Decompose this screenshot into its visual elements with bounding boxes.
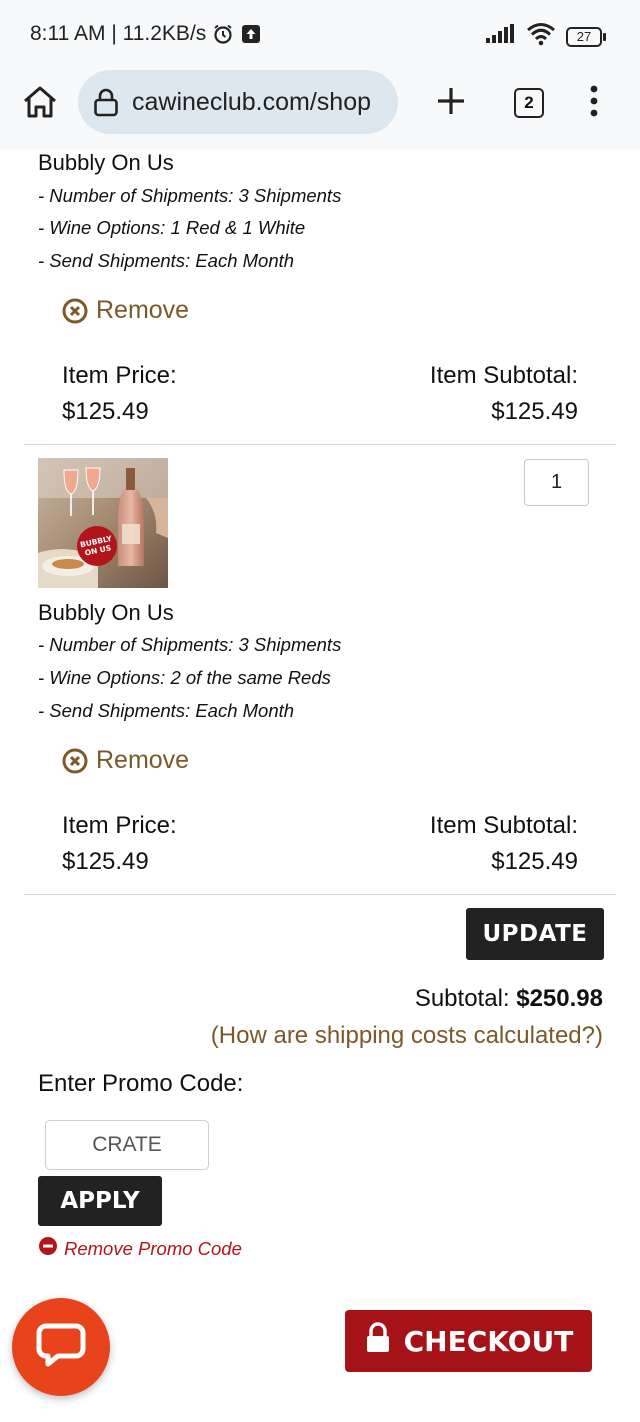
shipping-cost-link[interactable]: (How are shipping costs calculated?) — [211, 1022, 603, 1050]
remove-circle-icon — [62, 748, 88, 774]
item-option: - Wine Options: 2 of the same Reds — [38, 667, 331, 688]
battery-level: 27 — [566, 26, 602, 47]
browser-toolbar: cawineclub.com/shop 2 — [0, 70, 640, 150]
alarm-icon — [212, 23, 234, 45]
home-icon[interactable] — [20, 84, 60, 120]
apply-promo-button[interactable]: APPLY — [38, 1176, 162, 1226]
quantity-input[interactable]: 1 — [524, 459, 589, 506]
checkout-label: CHECKOUT — [403, 1324, 574, 1358]
tab-switcher-button[interactable]: 2 — [514, 88, 544, 118]
plus-icon[interactable] — [434, 84, 468, 118]
url-text: cawineclub.com/shop — [132, 87, 372, 116]
status-left: 8:11 AM | 11.2KB/s — [30, 22, 262, 46]
item-option: - Send Shipments: Each Month — [38, 700, 295, 721]
chat-bubble-icon — [36, 1322, 86, 1373]
more-vert-icon[interactable] — [586, 84, 602, 118]
divider — [24, 894, 616, 895]
wifi-icon — [526, 22, 556, 51]
item-option: - Wine Options: 1 Red & 1 White — [38, 217, 306, 238]
remove-item-button[interactable]: Remove — [62, 296, 189, 325]
divider — [24, 444, 616, 445]
battery-icon: 27 — [566, 26, 606, 47]
remove-promo-link[interactable]: Remove Promo Code — [38, 1236, 242, 1261]
item-option: - Send Shipments: Each Month — [38, 250, 295, 271]
status-bar: 8:11 AM | 11.2KB/s 27 — [0, 0, 640, 70]
promo-code-input[interactable]: CRATE — [45, 1120, 209, 1170]
item-title: Bubbly On Us — [38, 150, 174, 175]
item-option: - Number of Shipments: 3 Shipments — [38, 185, 342, 206]
remove-circle-icon — [62, 298, 88, 324]
address-bar[interactable]: cawineclub.com/shop — [78, 70, 398, 134]
status-right: 27 — [486, 22, 606, 51]
remove-promo-label: Remove Promo Code — [64, 1237, 242, 1259]
signal-icon — [486, 24, 516, 49]
remove-item-button[interactable]: Remove — [62, 746, 189, 775]
lock-icon — [364, 1321, 392, 1361]
upload-icon — [240, 23, 262, 45]
checkout-button[interactable]: CHECKOUT — [345, 1310, 592, 1372]
remove-label: Remove — [96, 746, 190, 774]
item-option: - Number of Shipments: 3 Shipments — [38, 634, 342, 655]
cart-subtotal: Subtotal: $250.98 — [415, 985, 603, 1013]
product-image[interactable]: BUBBLY ON US — [38, 458, 168, 588]
item-subtotal: $125.49 — [491, 398, 578, 425]
minus-circle-icon — [38, 1236, 58, 1261]
remove-label: Remove — [96, 296, 190, 324]
status-time: 8:11 AM | 11.2KB/s — [30, 22, 207, 45]
update-button[interactable]: UPDATE — [466, 908, 604, 960]
item-price-label: Item Price: — [62, 812, 177, 839]
item-title: Bubbly On Us — [38, 600, 174, 625]
item-price: $125.49 — [62, 848, 149, 875]
item-subtotal: $125.49 — [491, 848, 578, 875]
item-subtotal-label: Item Subtotal: — [429, 362, 578, 389]
subtotal-value: $250.98 — [516, 985, 603, 1012]
subtotal-label: Subtotal: — [414, 985, 510, 1012]
item-price: $125.49 — [62, 398, 149, 425]
chat-button[interactable] — [12, 1298, 110, 1396]
item-price-label: Item Price: — [62, 362, 177, 389]
promo-label: Enter Promo Code: — [38, 1070, 244, 1097]
lock-icon — [92, 87, 120, 117]
item-subtotal-label: Item Subtotal: — [429, 812, 578, 839]
